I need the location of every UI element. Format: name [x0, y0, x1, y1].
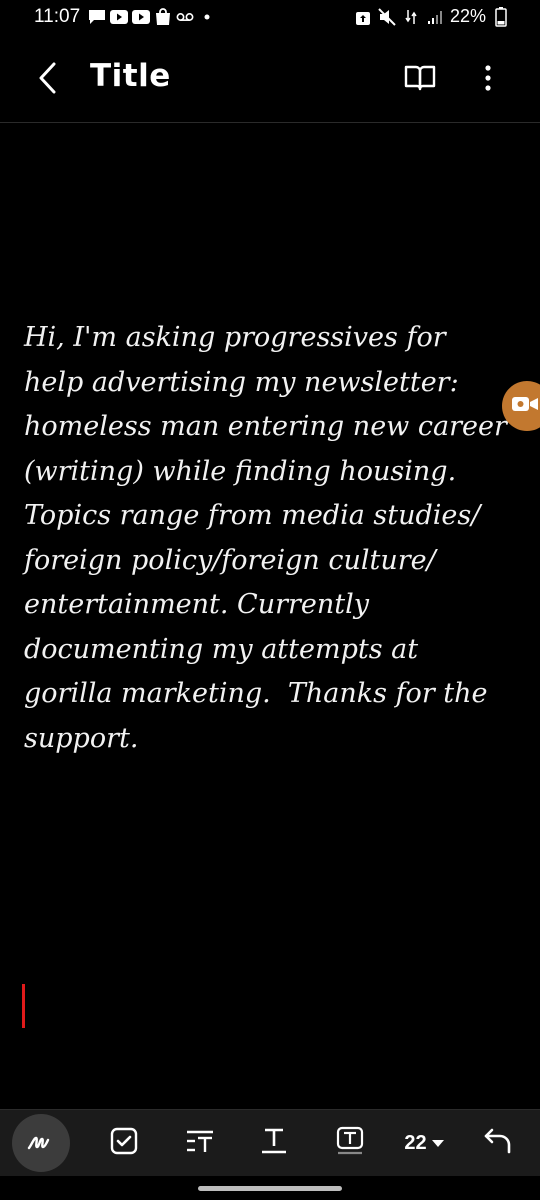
text-format-icon [260, 1127, 288, 1159]
formatting-toolbar: 22 [0, 1109, 540, 1176]
chat-icon [88, 8, 106, 26]
status-bar: 11:07 22% [0, 0, 540, 36]
font-size-dropdown[interactable]: 22 [392, 1116, 456, 1170]
signal-icon [426, 8, 444, 26]
shopping-bag-icon [154, 8, 172, 26]
font-size-value: 22 [404, 1131, 427, 1154]
text-cursor [22, 984, 25, 1028]
data-icon [402, 8, 420, 26]
more-vertical-icon [484, 64, 492, 96]
more-options-button[interactable] [468, 60, 508, 100]
reading-mode-button[interactable] [398, 60, 442, 100]
paragraph-style-icon [185, 1128, 215, 1158]
header-divider [0, 122, 540, 123]
chevron-down-icon [431, 1139, 444, 1147]
lock-icon [354, 8, 372, 26]
notification-icons [88, 8, 216, 26]
open-book-icon [404, 64, 436, 96]
paragraph-style-button[interactable] [180, 1116, 220, 1170]
handwriting-icon [27, 1130, 55, 1156]
gesture-navigation-bar[interactable] [198, 1186, 342, 1191]
checkbox-button[interactable] [104, 1116, 144, 1170]
back-arrow-icon [38, 62, 58, 98]
undo-icon [483, 1127, 513, 1159]
text-box-button[interactable] [330, 1116, 370, 1170]
system-status-icons: 22% [354, 6, 510, 27]
undo-button[interactable] [476, 1116, 520, 1170]
text-box-icon [336, 1126, 364, 1160]
checkbox-icon [110, 1127, 138, 1159]
text-format-button[interactable] [254, 1116, 294, 1170]
dot-icon [198, 8, 216, 26]
youtube-icon [132, 8, 150, 26]
youtube-icon [110, 8, 128, 26]
handwriting-button[interactable] [12, 1114, 70, 1172]
battery-percent: 22% [449, 6, 486, 26]
voicemail-icon [176, 8, 194, 26]
note-body-text[interactable]: Hi, I'm asking progressives for help adv… [24, 316, 516, 761]
note-title[interactable]: Title [90, 58, 171, 94]
back-button[interactable] [28, 60, 68, 100]
battery-icon [492, 6, 510, 27]
mute-icon [378, 7, 396, 26]
app-bar: Title [0, 46, 540, 112]
status-time: 11:07 [34, 6, 81, 27]
video-camera-icon [512, 395, 540, 417]
